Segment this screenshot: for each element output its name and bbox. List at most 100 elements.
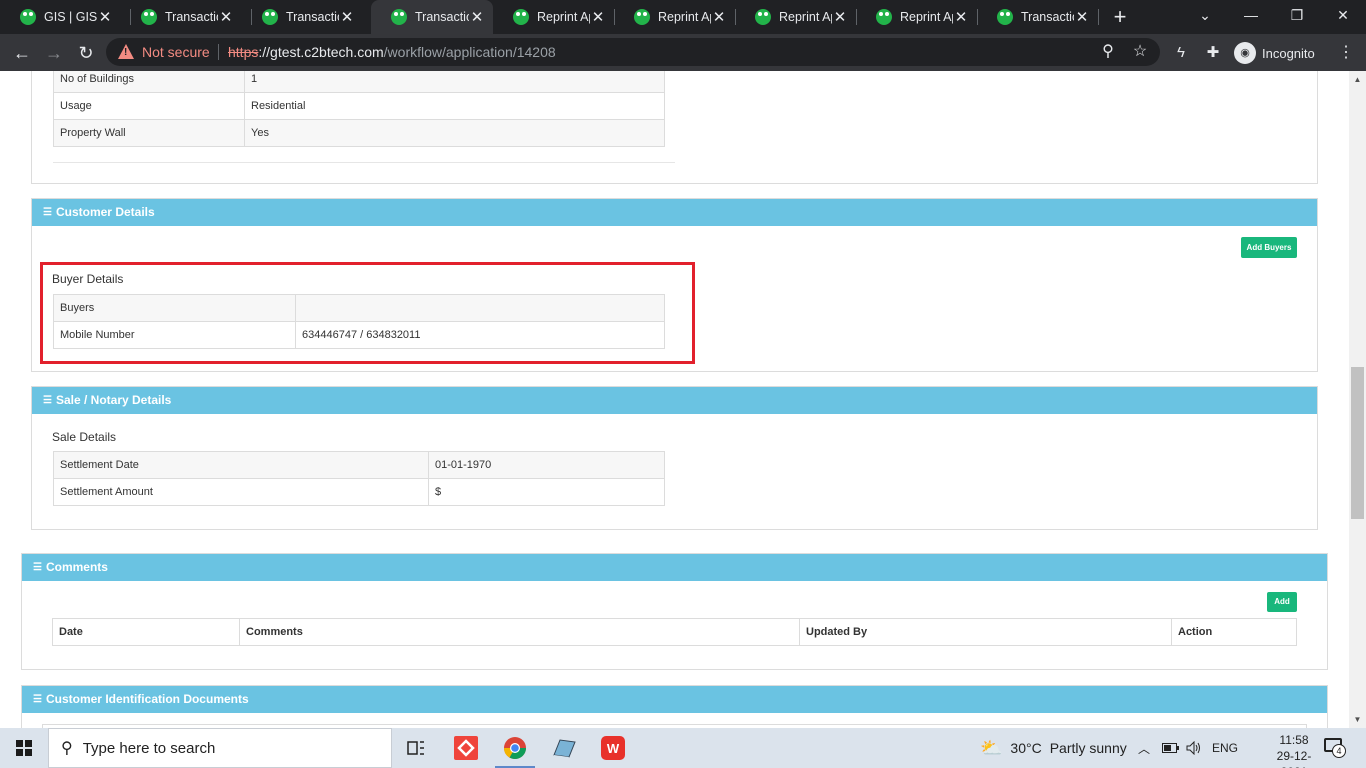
- close-tab-icon[interactable]: ✕: [97, 8, 113, 26]
- frog-favicon-icon: [997, 9, 1013, 25]
- customer-details-header[interactable]: ☰ Customer Details: [32, 199, 1317, 226]
- task-view-icon[interactable]: [392, 728, 440, 768]
- tab-title: GIS | GIS Portal: [44, 10, 97, 24]
- frog-favicon-icon: [262, 9, 278, 25]
- back-arrow-icon[interactable]: ←: [8, 39, 36, 67]
- close-tab-icon[interactable]: ✕: [953, 8, 969, 26]
- sale-details-table: Settlement Date 01-01-1970 Settlement Am…: [53, 451, 665, 506]
- column-header-action[interactable]: Action: [1171, 618, 1297, 646]
- browser-tab[interactable]: Transaction ✕: [121, 0, 242, 34]
- url-text[interactable]: https://gtest.c2btech.com/workflow/appli…: [228, 44, 556, 60]
- frog-favicon-icon: [391, 9, 407, 25]
- notification-center-icon[interactable]: 4: [1324, 738, 1346, 758]
- clock-time: 11:58: [1279, 733, 1309, 747]
- comments-header[interactable]: ☰ Comments: [22, 554, 1327, 581]
- url-separator: ://: [258, 44, 271, 60]
- url-path: /workflow/application/14208: [383, 44, 556, 60]
- browser-tab[interactable]: Reprint Application ✕: [856, 0, 977, 34]
- forward-arrow-icon[interactable]: →: [40, 39, 68, 67]
- reload-icon[interactable]: ↻: [72, 39, 100, 67]
- close-tab-icon[interactable]: ✕: [339, 8, 355, 26]
- row-label: Usage: [53, 92, 245, 120]
- sale-notary-header[interactable]: ☰ Sale / Notary Details: [32, 387, 1317, 414]
- sale-details-title: Sale Details: [52, 430, 117, 444]
- close-tab-icon[interactable]: ✕: [1074, 8, 1090, 26]
- close-tab-icon[interactable]: ✕: [711, 8, 727, 26]
- browser-tab[interactable]: Transaction ✕: [977, 0, 1098, 34]
- tab-title: Transaction: [286, 10, 339, 24]
- divider: [53, 162, 675, 163]
- anydesk-app-icon[interactable]: [442, 728, 490, 768]
- add-buyers-button[interactable]: Add Buyers: [1241, 237, 1297, 258]
- address-bar[interactable]: ! Not secure https://gtest.c2btech.com/w…: [106, 38, 1160, 66]
- browser-tab[interactable]: Reprint Application ✕: [735, 0, 856, 34]
- property-details-panel: No of Buildings 1 Usage Residential Prop…: [31, 71, 1318, 184]
- page-scrollbar[interactable]: ▲ ▼: [1349, 71, 1366, 728]
- windows-start-icon[interactable]: [16, 740, 32, 756]
- row-value: Yes: [244, 119, 665, 147]
- list-icon: ☰: [33, 562, 42, 573]
- close-tab-icon[interactable]: ✕: [469, 8, 485, 26]
- taskbar-search-box[interactable]: ⚲ Type here to search: [48, 728, 392, 768]
- browser-tab[interactable]: GIS | GIS Portal ✕: [0, 0, 121, 34]
- browser-tab[interactable]: Transaction ✕: [242, 0, 363, 34]
- new-tab-plus-icon[interactable]: +: [1108, 4, 1132, 30]
- tab-title: Transaction: [415, 10, 469, 24]
- row-label: No of Buildings: [53, 71, 245, 93]
- frog-favicon-icon: [20, 9, 36, 25]
- close-tab-icon[interactable]: ✕: [590, 8, 606, 26]
- table-row: Usage Residential: [53, 92, 665, 120]
- weather-temperature: 30°C: [1010, 740, 1042, 756]
- weather-widget[interactable]: ⛅ 30°C Partly sunny: [980, 728, 1127, 768]
- close-tab-icon[interactable]: ✕: [218, 8, 234, 26]
- extension-lightning-icon[interactable]: ϟ: [1170, 42, 1192, 64]
- frog-favicon-icon: [755, 9, 771, 25]
- minimize-icon[interactable]: —: [1228, 0, 1274, 34]
- battery-icon[interactable]: [1162, 728, 1180, 768]
- bookmark-star-icon[interactable]: ☆: [1130, 42, 1150, 62]
- notification-count: 4: [1332, 744, 1346, 758]
- browser-toolbar: ← → ↻ ! Not secure https://gtest.c2btech…: [0, 34, 1366, 71]
- frog-favicon-icon: [141, 9, 157, 25]
- input-language[interactable]: ENG: [1212, 728, 1238, 768]
- clock-date: 29-12-2021: [1276, 749, 1312, 768]
- frog-favicon-icon: [513, 9, 529, 25]
- table-header-row: Date Comments Updated By Action: [52, 618, 1297, 646]
- column-header-comments[interactable]: Comments: [239, 618, 800, 646]
- wps-office-app-icon[interactable]: W: [589, 728, 637, 768]
- browser-tab[interactable]: Reprint Application ✕: [493, 0, 614, 34]
- zoom-search-icon[interactable]: ⚲: [1098, 42, 1118, 62]
- extensions-puzzle-icon[interactable]: ✚: [1202, 42, 1224, 64]
- security-status[interactable]: Not secure: [142, 44, 210, 60]
- svg-text:W: W: [607, 741, 620, 756]
- incognito-indicator[interactable]: ◉ Incognito: [1234, 40, 1315, 66]
- close-tab-icon[interactable]: ✕: [832, 8, 848, 26]
- browser-tab-active[interactable]: Transaction ✕: [371, 0, 493, 34]
- scroll-down-arrow-icon[interactable]: ▼: [1349, 711, 1366, 728]
- browser-tab[interactable]: Reprint Application ✕: [614, 0, 735, 34]
- comments-panel: ☰ Comments Add Date Comments Updated By A…: [21, 553, 1328, 670]
- highlight-annotation-box: [40, 262, 695, 364]
- system-clock[interactable]: 11:58 29-12-2021: [1266, 732, 1322, 768]
- notes-app-icon[interactable]: [540, 728, 588, 768]
- incognito-icon: ◉: [1234, 42, 1256, 64]
- identification-documents-header[interactable]: ☰ Customer Identification Documents: [22, 686, 1327, 713]
- scroll-up-arrow-icon[interactable]: ▲: [1349, 71, 1366, 88]
- restore-window-icon[interactable]: ❐: [1274, 0, 1320, 34]
- close-window-icon[interactable]: ✕: [1320, 0, 1366, 34]
- row-value: 1: [244, 71, 665, 93]
- column-header-date[interactable]: Date: [52, 618, 240, 646]
- volume-speaker-icon[interactable]: [1186, 728, 1202, 768]
- add-comment-button[interactable]: Add: [1267, 592, 1297, 612]
- browser-menu-icon[interactable]: ⋮: [1336, 42, 1356, 64]
- tray-chevron-up-icon[interactable]: ︿: [1138, 728, 1150, 768]
- property-details-table: No of Buildings 1 Usage Residential Prop…: [53, 71, 665, 147]
- tab-title: Reprint Application: [537, 10, 590, 24]
- tab-search-chevron-icon[interactable]: ⌄: [1182, 0, 1228, 34]
- column-header-updated-by[interactable]: Updated By: [799, 618, 1172, 646]
- scrollbar-thumb[interactable]: [1351, 367, 1364, 519]
- chrome-app-icon[interactable]: [491, 728, 539, 768]
- comments-table: Date Comments Updated By Action: [52, 618, 1297, 646]
- partly-sunny-icon: ⛅: [980, 737, 1003, 758]
- table-row: Settlement Date 01-01-1970: [53, 451, 665, 479]
